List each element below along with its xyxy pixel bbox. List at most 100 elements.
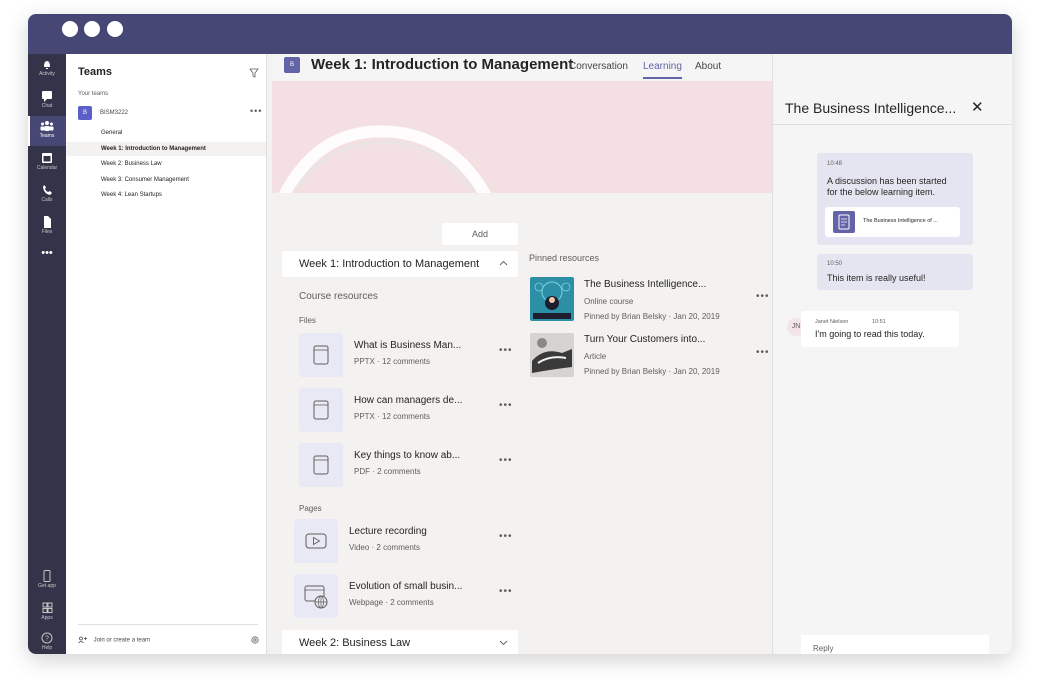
file-item[interactable]: How can managers de... PPTX · 12 comment… [299,388,523,434]
message-text: I'm going to read this today. [815,329,925,339]
page-item[interactable]: Lecture recording Video · 2 comments ••• [294,519,518,565]
rail-label: Activity [39,71,55,77]
help-icon: ? [41,632,53,644]
join-create-team-label: Join or create a team [93,637,151,644]
teams-title: Teams [78,66,113,78]
bell-icon [44,61,50,69]
document-icon [299,443,343,487]
pinned-title[interactable]: The Business Intelligence... [584,279,706,290]
week-2-section-header[interactable]: Week 2: Business Law [282,630,518,654]
team-row[interactable]: B BISM3222 ••• [78,106,261,122]
article-thumbnail[interactable] [530,333,574,377]
rail-label: Teams [39,133,55,139]
message-time: 10:50 [827,261,843,267]
teams-icon [40,121,54,131]
rail-label: Calls [41,197,53,203]
rail-label: Chat [41,103,53,109]
pinned-type: Article [584,352,607,361]
pinned-meta: Pinned by Brian Belsky · Jan 20, 2019 [584,312,720,321]
course-resources-label: Course resources [299,291,378,302]
week-1-section-header[interactable]: Week 1: Introduction to Management [282,251,518,277]
rail-item-chat[interactable]: Chat [28,86,66,116]
file-icon [44,216,51,228]
message-time: 10:51 [872,319,886,325]
your-teams-label: Your teams [78,91,109,97]
more-icon[interactable]: ••• [499,345,513,356]
more-icon[interactable]: ••• [756,347,770,358]
files-label: Files [299,316,316,325]
window-minimize-dot[interactable] [84,21,100,37]
section-title: Week 2: Business Law [299,637,411,649]
rail-item-teams[interactable]: Teams [28,116,66,146]
rail-more-icon[interactable]: ••• [28,246,66,276]
gear-icon[interactable] [250,635,260,645]
message-text: A discussion has been started [827,176,947,186]
channel-week-3[interactable]: Week 3: Consumer Management [66,173,266,187]
pinned-title[interactable]: Turn Your Customers into... [584,334,705,345]
teams-panel: Teams Your teams B BISM3222 ••• General … [66,54,267,654]
teams-window: Activity Chat Teams Calendar Calls Files… [28,14,1012,654]
pages-label: Pages [299,504,322,513]
author-name: Janet Nielsen [815,319,849,325]
channel-week-1[interactable]: Week 1: Introduction to Management [66,142,266,156]
channel-week-2[interactable]: Week 2: Business Law [66,157,266,171]
rail-item-files[interactable]: Files [28,212,66,242]
course-thumbnail[interactable] [530,277,574,321]
hero-banner-image [272,81,772,193]
rail-label: Help [41,645,53,651]
rail-item-calendar[interactable]: Calendar [28,148,66,178]
file-meta: PPTX · 12 comments [354,412,431,421]
team-more-icon[interactable]: ••• [250,106,262,116]
add-button[interactable]: Add [442,223,518,245]
file-meta: PPTX · 12 comments [354,357,431,366]
chevron-down-icon[interactable] [499,638,508,647]
file-title: What is Business Man... [354,340,462,351]
add-people-icon [78,636,87,644]
pinned-type: Online course [584,297,634,306]
page-meta: Video · 2 comments [349,543,420,552]
pinned-meta: Pinned by Brian Belsky · Jan 20, 2019 [584,367,720,376]
filter-icon[interactable] [249,68,259,78]
apps-icon [42,602,53,613]
team-avatar: B [78,106,92,120]
page-meta: Webpage · 2 comments [349,598,434,607]
join-create-team-button[interactable]: Join or create a team [78,636,150,644]
rail-item-calls[interactable]: Calls [28,180,66,210]
more-icon[interactable]: ••• [499,455,513,466]
more-icon[interactable]: ••• [499,531,513,542]
file-item[interactable]: Key things to know ab... PDF · 2 comment… [299,443,523,489]
window-close-dot[interactable] [62,21,78,37]
channel-general[interactable]: General [66,126,266,140]
title-bar [28,14,1012,54]
page-item[interactable]: Evolution of small busin... Webpage · 2 … [294,574,518,620]
phone-icon [43,185,52,195]
rail-label: Apps [41,615,53,621]
more-icon[interactable]: ••• [499,586,513,597]
channel-week-4[interactable]: Week 4: Lean Startups [66,188,266,202]
rail-item-help[interactable]: ? Help [28,628,66,654]
more-icon[interactable]: ••• [499,400,513,411]
document-icon [299,388,343,432]
window-maximize-dot[interactable] [107,21,123,37]
learning-item-card[interactable]: The Business Intelligence of ... [825,207,960,237]
file-item[interactable]: What is Business Man... PPTX · 12 commen… [299,333,523,379]
headphones-illustration [278,125,492,193]
close-icon[interactable]: ✕ [971,98,984,116]
message: 10:50 This item is really useful! [817,254,973,290]
page-title: Evolution of small busin... [349,581,463,592]
device-icon [43,570,51,582]
learning-main: Add Week 1: Introduction to Management C… [272,54,772,654]
document-icon [833,211,855,233]
divider [773,124,1012,125]
team-name: BISM3222 [100,110,129,116]
chat-icon [42,91,52,102]
more-icon[interactable]: ••• [756,291,770,302]
reply-input[interactable]: Reply [801,635,989,654]
rail-label: Files [41,229,53,235]
chevron-up-icon[interactable] [499,259,508,268]
discussion-panel: The Business Intelligence... ✕ 10:48 A d… [772,54,1012,654]
calendar-icon [42,153,52,163]
rail-item-activity[interactable]: Activity [28,54,66,84]
rail-item-get-app[interactable]: Get app [28,566,66,596]
rail-item-apps[interactable]: Apps [28,598,66,628]
